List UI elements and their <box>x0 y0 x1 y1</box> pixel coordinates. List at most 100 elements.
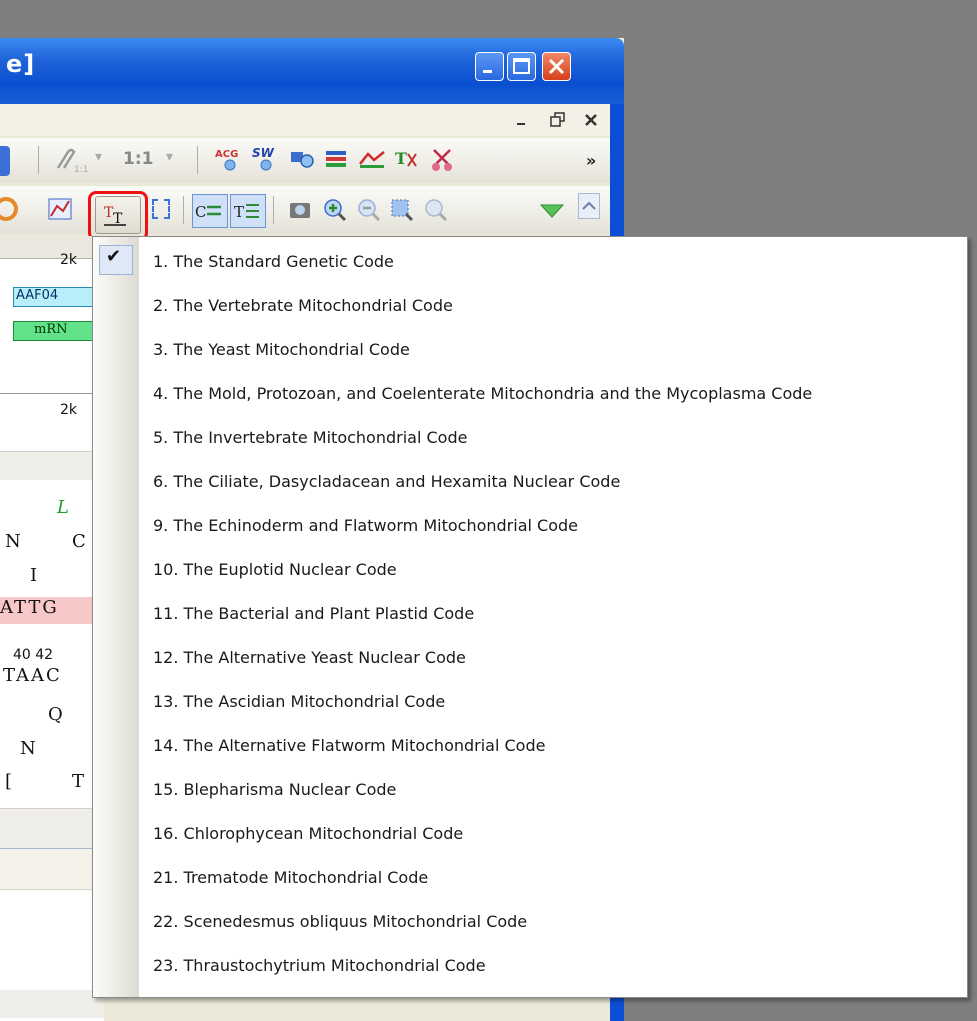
window-title: e] <box>6 50 36 78</box>
ruler-label: 2k <box>60 402 78 418</box>
translate-button-highlight <box>88 191 148 241</box>
amino-acid: I <box>30 565 38 586</box>
dropdown-arrow-icon[interactable]: ▾ <box>95 149 102 165</box>
find-button[interactable] <box>288 144 318 178</box>
dropdown-arrow-icon[interactable]: ▾ <box>166 149 173 165</box>
check-icon: ✔ <box>106 246 122 267</box>
ruler-line <box>0 393 104 394</box>
menu-item[interactable]: 13. The Ascidian Mitochondrial Code <box>139 681 967 725</box>
minimize-button[interactable] <box>475 52 504 81</box>
scissors-button[interactable] <box>428 144 458 178</box>
sync-right-icon: T <box>234 203 259 221</box>
menu-item[interactable]: 21. Trematode Mitochondrial Code <box>139 857 967 901</box>
tool-button[interactable]: T <box>392 144 422 178</box>
menu-item[interactable]: 3. The Yeast Mitochondrial Code <box>139 329 967 373</box>
mdi-restore-button[interactable] <box>547 109 569 131</box>
triangle-down-button[interactable] <box>539 201 567 225</box>
zoom-out-icon <box>358 199 381 222</box>
status-panel <box>0 848 104 890</box>
sequence-view <box>0 236 104 1021</box>
sync-right-button[interactable]: T <box>230 194 266 228</box>
menu-item[interactable]: 23. Thraustochytrium Mitochondrial Code <box>139 945 967 989</box>
menu-item-label: 13. The Ascidian Mitochondrial Code <box>153 692 446 711</box>
feature-bar[interactable]: AAF04 <box>13 287 103 307</box>
paperclip-icon: 1:1 <box>56 148 88 175</box>
zoom-fit-button[interactable] <box>389 197 415 227</box>
position-labels: 40 42 <box>13 647 54 663</box>
svg-text:C: C <box>195 203 206 221</box>
menu-item[interactable]: 12. The Alternative Yeast Nuclear Code <box>139 637 967 681</box>
sw-search-icon: SW <box>252 146 275 171</box>
menu-item[interactable]: 22. Scenedesmus obliquus Mitochondrial C… <box>139 901 967 945</box>
zoom-out-button[interactable] <box>356 197 382 227</box>
menu-item-label: 12. The Alternative Yeast Nuclear Code <box>153 648 466 667</box>
menu-item-label: 22. Scenedesmus obliquus Mitochondrial C… <box>153 912 528 931</box>
scroll-up-button[interactable] <box>578 193 600 219</box>
svg-text:SW: SW <box>252 146 275 160</box>
tool-icon: T <box>395 149 417 168</box>
menu-item[interactable]: 6. The Ciliate, Dasycladacean and Hexami… <box>139 461 967 505</box>
menu-item[interactable]: 5. The Invertebrate Mitochondrial Code <box>139 417 967 461</box>
menu-item-label: 23. Thraustochytrium Mitochondrial Code <box>153 956 486 975</box>
paperclip-button[interactable]: 1:1 <box>50 146 90 178</box>
menu-item[interactable]: 14. The Alternative Flatworm Mitochondri… <box>139 725 967 769</box>
dna-sequence[interactable]: ATTG <box>0 597 104 624</box>
zoom-ratio-button[interactable]: 1:1 <box>123 149 153 169</box>
minimize-icon <box>517 123 525 125</box>
close-icon <box>585 114 597 126</box>
menu-item-label: 15. Blepharisma Nuclear Code <box>153 780 397 799</box>
menu-item-label: 11. The Bacterial and Plant Plastid Code <box>153 604 475 623</box>
menu-item[interactable]: 2. The Vertebrate Mitochondrial Code <box>139 285 967 329</box>
select-icon[interactable] <box>152 199 170 219</box>
menu-item[interactable]: 15. Blepharisma Nuclear Code <box>139 769 967 813</box>
map-icon <box>359 151 385 168</box>
camera-button[interactable] <box>288 198 314 226</box>
menu-item-label: 2. The Vertebrate Mitochondrial Code <box>153 296 453 315</box>
close-button[interactable] <box>542 52 571 81</box>
menu-item-label: 1. The Standard Genetic Code <box>153 252 394 271</box>
sync-left-icon: C <box>195 203 221 221</box>
list-icon <box>326 151 346 167</box>
menu-item[interactable]: 1. The Standard Genetic Code <box>139 241 967 285</box>
menu-item-label: 9. The Echinoderm and Flatworm Mitochond… <box>153 516 578 535</box>
zoom-in-button[interactable] <box>322 197 348 227</box>
circle-map-button[interactable] <box>0 196 22 226</box>
menu-item[interactable]: 9. The Echinoderm and Flatworm Mitochond… <box>139 505 967 549</box>
svg-text:ACG: ACG <box>215 149 238 160</box>
toolbar-overflow-button[interactable]: » <box>586 151 596 170</box>
desktop: { "window": { "title_fragment": "e]", "c… <box>0 0 977 1021</box>
chart-button[interactable] <box>47 196 75 226</box>
menu-item[interactable]: 4. The Mold, Protozoan, and Coelenterate… <box>139 373 967 417</box>
amino-acid: T <box>72 771 85 792</box>
menu-item-label: 16. Chlorophycean Mitochondrial Code <box>153 824 464 843</box>
map-button[interactable] <box>358 144 388 178</box>
feature-bar[interactable]: mRN <box>13 321 103 341</box>
zoom-in-icon <box>324 199 347 222</box>
mdi-close-button[interactable] <box>580 109 602 131</box>
sw-search-button[interactable]: SW <box>250 144 280 178</box>
amino-acid: C <box>72 531 86 552</box>
menu-gutter <box>93 237 139 997</box>
circle-map-icon <box>0 197 18 221</box>
find-icon <box>291 152 314 168</box>
zoom-reset-button[interactable] <box>423 197 449 227</box>
toolbar-separator <box>197 146 198 174</box>
acg-search-button[interactable]: ACG <box>214 144 244 178</box>
mdi-minimize-button[interactable] <box>511 109 533 131</box>
sync-left-button[interactable]: C <box>192 194 228 228</box>
close-icon <box>548 58 565 75</box>
zoom-fit-icon <box>391 199 414 222</box>
amino-acid: N <box>5 531 21 552</box>
menu-item[interactable]: 10. The Euplotid Nuclear Code <box>139 549 967 593</box>
amino-acid: Q <box>48 704 63 725</box>
panel-divider <box>0 451 104 480</box>
restore-icon <box>550 112 565 127</box>
menu-item-label: 4. The Mold, Protozoan, and Coelenterate… <box>153 384 813 403</box>
dna-complement[interactable]: TAAC <box>3 665 62 686</box>
maximize-button[interactable] <box>507 52 536 81</box>
panel-divider <box>0 808 104 849</box>
menu-item[interactable]: 11. The Bacterial and Plant Plastid Code <box>139 593 967 637</box>
menu-item-label: 3. The Yeast Mitochondrial Code <box>153 340 410 359</box>
list-button[interactable] <box>322 144 352 178</box>
menu-item[interactable]: 16. Chlorophycean Mitochondrial Code <box>139 813 967 857</box>
